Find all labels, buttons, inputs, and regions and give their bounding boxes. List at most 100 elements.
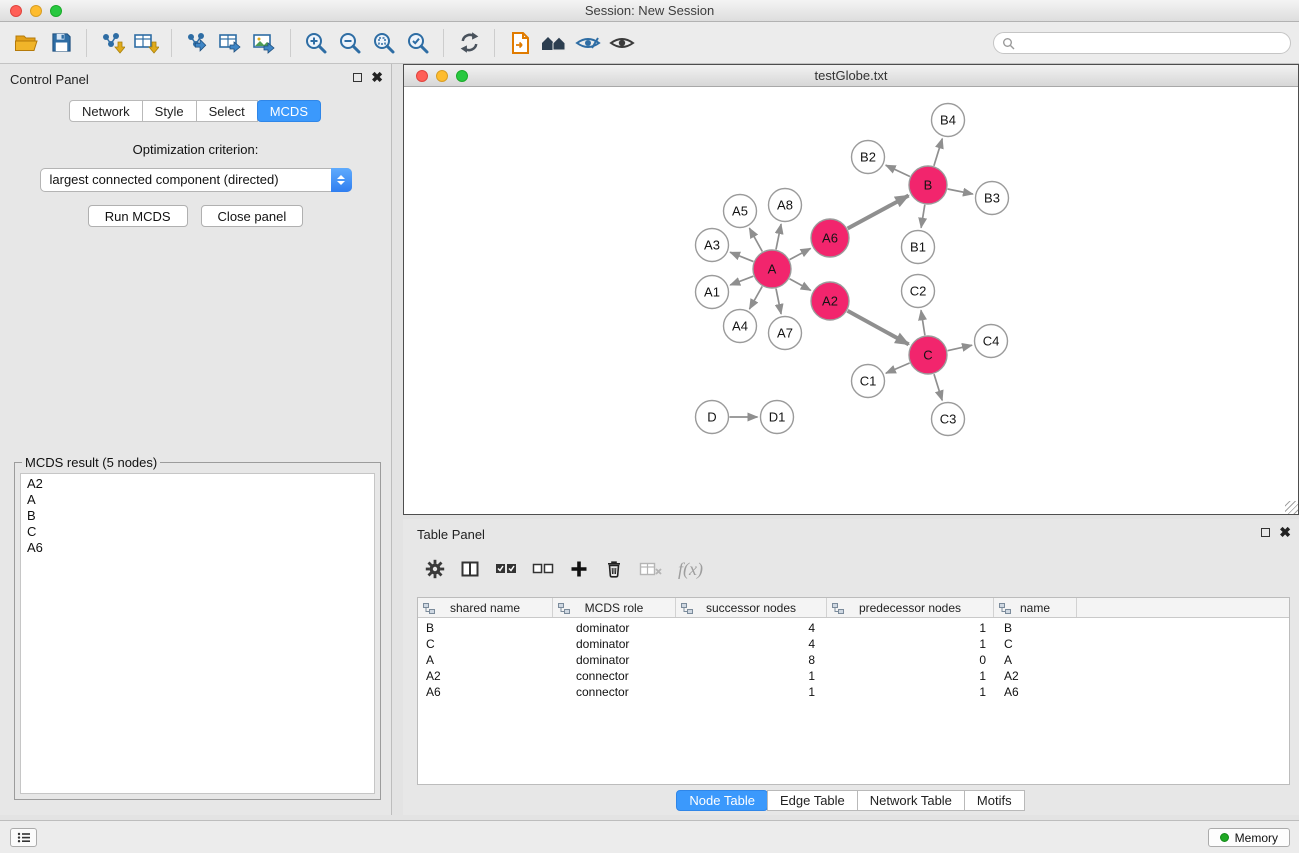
edge-A-A6[interactable] [790,248,811,259]
table-row-a2[interactable]: A2connector11A2 [418,668,1289,684]
table-cell[interactable]: A6 [994,684,1077,700]
export-network-button[interactable] [180,26,214,60]
float-table-panel-icon[interactable] [1261,528,1270,537]
table-cell[interactable]: A6 [418,684,553,700]
result-item-a[interactable]: A [21,492,374,508]
export-image-button[interactable] [248,26,282,60]
network-canvas[interactable]: B4B2BB3A8A5A6A3B1AC2A1A2A4A7C4CC1C3DD1 [404,87,1298,514]
tab-style[interactable]: Style [142,100,197,122]
table-cell[interactable]: B [418,620,553,636]
deselect-all-button[interactable] [532,560,554,578]
edge-C-C2[interactable] [921,310,925,335]
function-builder-button[interactable]: f(x) [678,559,703,580]
eye-tool-button[interactable] [605,26,639,60]
edge-A-A1[interactable] [730,276,753,285]
node-B4[interactable]: B4 [932,104,965,137]
minimize-window-button[interactable] [30,5,42,17]
zoom-in-button[interactable] [299,26,333,60]
node-C2[interactable]: C2 [902,275,935,308]
table-cell[interactable]: A2 [994,668,1077,684]
table-cell[interactable]: A [994,652,1077,668]
optimization-criterion-select[interactable]: largest connected component (directed) [40,168,352,192]
result-item-a2[interactable]: A2 [21,476,374,492]
zoom-fit-button[interactable] [367,26,401,60]
edge-A2-C[interactable] [848,311,909,345]
table-cell[interactable]: connector [553,684,676,700]
table-cell[interactable]: C [418,636,553,652]
delete-table-button[interactable] [639,560,663,578]
eye-edit-tool-button[interactable] [571,26,605,60]
tab-edge-table[interactable]: Edge Table [767,790,858,811]
network-minimize-button[interactable] [436,70,448,82]
tab-select[interactable]: Select [196,100,258,122]
maximize-window-button[interactable] [50,5,62,17]
node-B2[interactable]: B2 [852,141,885,174]
table-cell[interactable]: 1 [827,684,994,700]
node-A7[interactable]: A7 [769,317,802,350]
show-columns-button[interactable] [460,559,480,579]
edge-B-B2[interactable] [886,165,910,176]
edge-B-B1[interactable] [921,205,925,228]
edge-B-B4[interactable] [934,139,942,166]
table-cell[interactable]: dominator [553,636,676,652]
tab-network[interactable]: Network [69,100,143,122]
column-header-predecessor-nodes[interactable]: predecessor nodes [827,598,994,617]
node-A4[interactable]: A4 [724,310,757,343]
edge-A-A2[interactable] [790,279,811,291]
result-item-b[interactable]: B [21,508,374,524]
add-column-button[interactable] [569,559,589,579]
zoom-out-button[interactable] [333,26,367,60]
tab-mcds[interactable]: MCDS [257,100,321,122]
edge-A-A4[interactable] [750,286,763,309]
run-mcds-button[interactable]: Run MCDS [88,205,188,227]
tab-network-table[interactable]: Network Table [857,790,965,811]
export-table-button[interactable] [214,26,248,60]
zoom-selected-button[interactable] [401,26,435,60]
column-header-name[interactable]: name [994,598,1077,617]
table-cell[interactable]: 4 [676,620,827,636]
close-window-button[interactable] [10,5,22,17]
node-A[interactable]: A [753,250,791,288]
edge-B-B3[interactable] [948,189,973,194]
document-tool-button[interactable] [503,26,537,60]
edge-A-A3[interactable] [730,252,753,261]
table-cell[interactable]: 1 [827,620,994,636]
session-search[interactable] [993,32,1291,54]
node-B3[interactable]: B3 [976,182,1009,215]
table-row-a[interactable]: Adominator80A [418,652,1289,668]
close-panel-icon[interactable]: ✖ [371,72,383,82]
network-maximize-button[interactable] [456,70,468,82]
save-session-button[interactable] [44,26,78,60]
open-session-button[interactable] [10,26,44,60]
close-table-panel-icon[interactable]: ✖ [1279,527,1291,537]
table-cell[interactable]: C [994,636,1077,652]
node-C[interactable]: C [909,336,947,374]
node-C3[interactable]: C3 [932,403,965,436]
table-settings-button[interactable] [425,559,445,579]
select-all-button[interactable] [495,560,517,578]
import-network-button[interactable] [95,26,129,60]
table-cell[interactable]: A2 [418,668,553,684]
resize-handle[interactable] [1285,501,1298,514]
node-A6[interactable]: A6 [811,219,849,257]
homes-tool-button[interactable] [537,26,571,60]
edge-C-C1[interactable] [886,363,910,373]
node-A5[interactable]: A5 [724,195,757,228]
table-row-b[interactable]: Bdominator41B [418,620,1289,636]
node-A2[interactable]: A2 [811,282,849,320]
search-input[interactable] [1020,36,1282,50]
float-panel-icon[interactable] [353,73,362,82]
table-cell[interactable]: 1 [676,668,827,684]
table-cell[interactable]: 8 [676,652,827,668]
node-D1[interactable]: D1 [761,401,794,434]
tab-motifs[interactable]: Motifs [964,790,1025,811]
refresh-layout-button[interactable] [452,26,486,60]
result-item-a6[interactable]: A6 [21,540,374,556]
table-cell[interactable]: 1 [827,636,994,652]
column-header-MCDS-role[interactable]: MCDS role [553,598,676,617]
table-cell[interactable]: B [994,620,1077,636]
table-row-c[interactable]: Cdominator41C [418,636,1289,652]
edge-A-A7[interactable] [776,289,781,314]
node-A3[interactable]: A3 [696,229,729,262]
result-item-c[interactable]: C [21,524,374,540]
